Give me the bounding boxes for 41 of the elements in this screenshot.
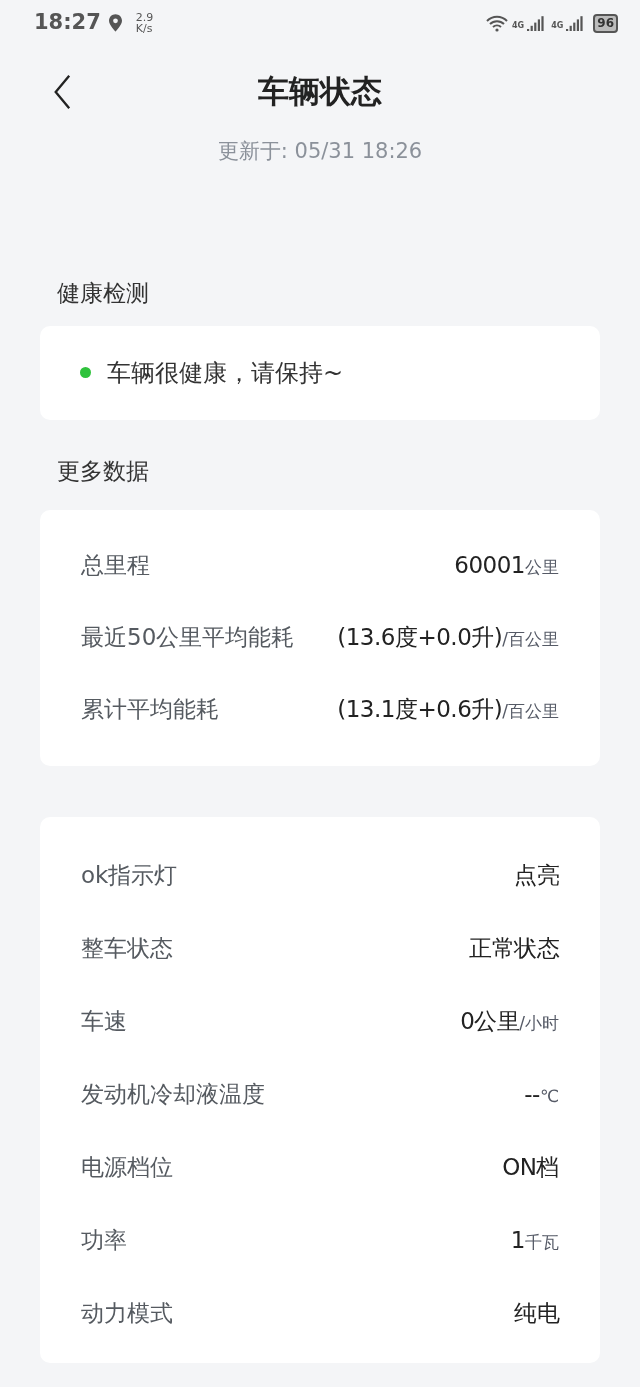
row-label: 最近50公里平均能耗 xyxy=(81,623,295,653)
row-label: 总里程 xyxy=(81,551,150,581)
row-label: 车速 xyxy=(81,1006,127,1036)
battery-indicator: 96 xyxy=(593,13,618,33)
row-label: ok指示灯 xyxy=(81,860,178,890)
section-heading: 更多数据 xyxy=(57,457,149,487)
row-label: 电源档位 xyxy=(81,1152,173,1182)
wifi-icon xyxy=(485,14,509,32)
row-label: 功率 xyxy=(81,1225,127,1255)
row-value: 正常状态 xyxy=(469,933,559,963)
health-status-text: 车辆很健康，请保持~ xyxy=(107,357,344,389)
row-value: 0公里 xyxy=(460,1006,520,1036)
speed-value: 2.9 xyxy=(135,12,154,23)
network-label: 4G xyxy=(512,19,525,32)
page-title: 车辆状态 xyxy=(258,71,382,111)
unit-label: 公里 xyxy=(525,557,559,580)
unit-label: /百公里 xyxy=(502,701,559,724)
row-value: 点亮 xyxy=(514,860,559,890)
row-label: 动力模式 xyxy=(81,1298,173,1328)
clock-time: 18:27 xyxy=(34,9,101,37)
signal-icon xyxy=(527,15,546,31)
unit-label: /百公里 xyxy=(502,629,559,652)
row-value: 1 xyxy=(510,1225,525,1255)
row-label: 整车状态 xyxy=(81,933,173,963)
unit-label: /小时 xyxy=(519,1012,559,1035)
section-heading: 健康检测 xyxy=(57,279,149,309)
row-value: 60001 xyxy=(454,551,525,581)
row-value: -- xyxy=(524,1079,540,1109)
speed-unit: K/s xyxy=(135,23,154,34)
row-label: 发动机冷却液温度 xyxy=(81,1079,265,1109)
unit-label: ℃ xyxy=(539,1084,559,1108)
row-value: (13.6度+0.0升) xyxy=(337,623,503,653)
network-label: 4G xyxy=(551,19,564,32)
row-value: ON档 xyxy=(502,1152,559,1182)
signal-icon xyxy=(566,15,585,31)
location-pin-icon xyxy=(108,14,122,32)
row-label: 累计平均能耗 xyxy=(81,695,219,725)
update-time: 更新于: 05/31 18:26 xyxy=(217,138,423,165)
unit-label: 千瓦 xyxy=(525,1230,559,1254)
row-value: 纯电 xyxy=(514,1298,559,1328)
row-value: (13.1度+0.6升) xyxy=(337,695,503,725)
